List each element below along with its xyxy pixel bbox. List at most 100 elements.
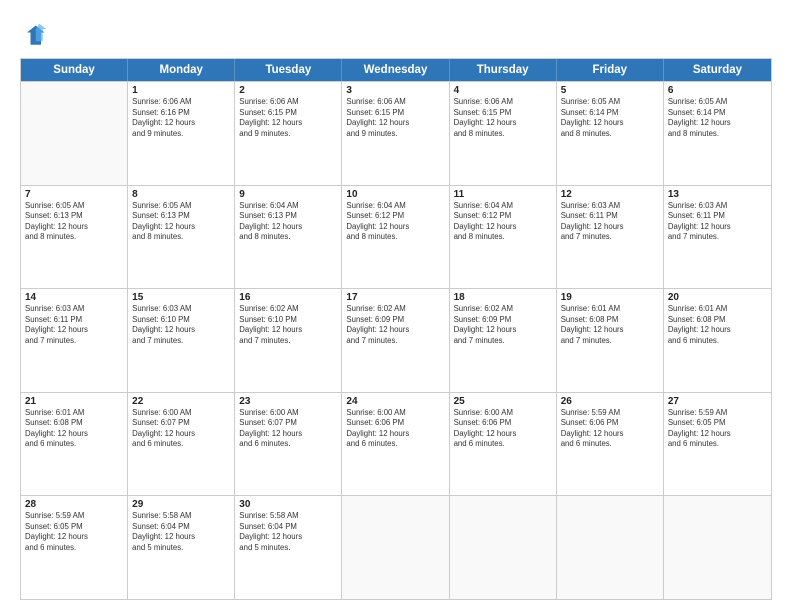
day-number: 9: [239, 189, 337, 200]
day-info: Sunrise: 5:59 AM Sunset: 6:05 PM Dayligh…: [25, 511, 123, 553]
day-number: 22: [132, 396, 230, 407]
page: SundayMondayTuesdayWednesdayThursdayFrid…: [0, 0, 792, 612]
cal-cell: 11Sunrise: 6:04 AM Sunset: 6:12 PM Dayli…: [450, 186, 557, 289]
day-number: 6: [668, 85, 767, 96]
cal-cell: 25Sunrise: 6:00 AM Sunset: 6:06 PM Dayli…: [450, 393, 557, 496]
day-number: 14: [25, 292, 123, 303]
day-number: 17: [346, 292, 444, 303]
day-info: Sunrise: 6:06 AM Sunset: 6:16 PM Dayligh…: [132, 97, 230, 139]
cal-header-day: Friday: [557, 59, 664, 81]
cal-cell: [450, 496, 557, 599]
cal-cell: 4Sunrise: 6:06 AM Sunset: 6:15 PM Daylig…: [450, 82, 557, 185]
day-info: Sunrise: 6:00 AM Sunset: 6:07 PM Dayligh…: [239, 408, 337, 450]
cal-cell: 6Sunrise: 6:05 AM Sunset: 6:14 PM Daylig…: [664, 82, 771, 185]
cal-cell: 29Sunrise: 5:58 AM Sunset: 6:04 PM Dayli…: [128, 496, 235, 599]
cal-cell: [21, 82, 128, 185]
cal-cell: 17Sunrise: 6:02 AM Sunset: 6:09 PM Dayli…: [342, 289, 449, 392]
cal-header-day: Sunday: [21, 59, 128, 81]
day-info: Sunrise: 6:03 AM Sunset: 6:11 PM Dayligh…: [25, 304, 123, 346]
cal-cell: 2Sunrise: 6:06 AM Sunset: 6:15 PM Daylig…: [235, 82, 342, 185]
calendar-body: 1Sunrise: 6:06 AM Sunset: 6:16 PM Daylig…: [21, 81, 771, 599]
day-info: Sunrise: 5:58 AM Sunset: 6:04 PM Dayligh…: [239, 511, 337, 553]
cal-cell: 7Sunrise: 6:05 AM Sunset: 6:13 PM Daylig…: [21, 186, 128, 289]
cal-cell: 26Sunrise: 5:59 AM Sunset: 6:06 PM Dayli…: [557, 393, 664, 496]
day-info: Sunrise: 6:00 AM Sunset: 6:07 PM Dayligh…: [132, 408, 230, 450]
day-number: 20: [668, 292, 767, 303]
day-info: Sunrise: 6:01 AM Sunset: 6:08 PM Dayligh…: [561, 304, 659, 346]
cal-cell: 9Sunrise: 6:04 AM Sunset: 6:13 PM Daylig…: [235, 186, 342, 289]
cal-header-day: Monday: [128, 59, 235, 81]
day-info: Sunrise: 6:06 AM Sunset: 6:15 PM Dayligh…: [346, 97, 444, 139]
day-info: Sunrise: 6:06 AM Sunset: 6:15 PM Dayligh…: [454, 97, 552, 139]
calendar-header: SundayMondayTuesdayWednesdayThursdayFrid…: [21, 59, 771, 81]
cal-cell: 1Sunrise: 6:06 AM Sunset: 6:16 PM Daylig…: [128, 82, 235, 185]
cal-cell: 27Sunrise: 5:59 AM Sunset: 6:05 PM Dayli…: [664, 393, 771, 496]
day-info: Sunrise: 6:03 AM Sunset: 6:11 PM Dayligh…: [561, 201, 659, 243]
day-number: 25: [454, 396, 552, 407]
day-info: Sunrise: 6:02 AM Sunset: 6:09 PM Dayligh…: [346, 304, 444, 346]
cal-cell: 18Sunrise: 6:02 AM Sunset: 6:09 PM Dayli…: [450, 289, 557, 392]
day-number: 16: [239, 292, 337, 303]
day-info: Sunrise: 6:01 AM Sunset: 6:08 PM Dayligh…: [668, 304, 767, 346]
day-number: 1: [132, 85, 230, 96]
day-number: 10: [346, 189, 444, 200]
day-number: 26: [561, 396, 659, 407]
cal-header-day: Saturday: [664, 59, 771, 81]
cal-cell: 19Sunrise: 6:01 AM Sunset: 6:08 PM Dayli…: [557, 289, 664, 392]
day-number: 24: [346, 396, 444, 407]
cal-cell: 28Sunrise: 5:59 AM Sunset: 6:05 PM Dayli…: [21, 496, 128, 599]
day-number: 5: [561, 85, 659, 96]
header: [20, 18, 772, 50]
cal-header-day: Tuesday: [235, 59, 342, 81]
day-number: 15: [132, 292, 230, 303]
day-number: 12: [561, 189, 659, 200]
cal-row: 21Sunrise: 6:01 AM Sunset: 6:08 PM Dayli…: [21, 392, 771, 496]
day-number: 29: [132, 499, 230, 510]
day-number: 19: [561, 292, 659, 303]
day-number: 7: [25, 189, 123, 200]
cal-header-day: Wednesday: [342, 59, 449, 81]
cal-cell: 15Sunrise: 6:03 AM Sunset: 6:10 PM Dayli…: [128, 289, 235, 392]
day-info: Sunrise: 6:00 AM Sunset: 6:06 PM Dayligh…: [454, 408, 552, 450]
day-number: 3: [346, 85, 444, 96]
cal-cell: 8Sunrise: 6:05 AM Sunset: 6:13 PM Daylig…: [128, 186, 235, 289]
cal-cell: [664, 496, 771, 599]
day-number: 28: [25, 499, 123, 510]
cal-cell: [342, 496, 449, 599]
day-number: 27: [668, 396, 767, 407]
day-info: Sunrise: 6:05 AM Sunset: 6:13 PM Dayligh…: [132, 201, 230, 243]
day-info: Sunrise: 6:03 AM Sunset: 6:11 PM Dayligh…: [668, 201, 767, 243]
cal-cell: 5Sunrise: 6:05 AM Sunset: 6:14 PM Daylig…: [557, 82, 664, 185]
day-info: Sunrise: 6:04 AM Sunset: 6:12 PM Dayligh…: [454, 201, 552, 243]
cal-cell: 3Sunrise: 6:06 AM Sunset: 6:15 PM Daylig…: [342, 82, 449, 185]
cal-row: 28Sunrise: 5:59 AM Sunset: 6:05 PM Dayli…: [21, 495, 771, 599]
logo-icon: [20, 22, 48, 50]
cal-row: 1Sunrise: 6:06 AM Sunset: 6:16 PM Daylig…: [21, 81, 771, 185]
day-info: Sunrise: 6:03 AM Sunset: 6:10 PM Dayligh…: [132, 304, 230, 346]
day-number: 8: [132, 189, 230, 200]
cal-header-day: Thursday: [450, 59, 557, 81]
cal-cell: 13Sunrise: 6:03 AM Sunset: 6:11 PM Dayli…: [664, 186, 771, 289]
cal-cell: [557, 496, 664, 599]
day-info: Sunrise: 6:05 AM Sunset: 6:14 PM Dayligh…: [561, 97, 659, 139]
cal-cell: 10Sunrise: 6:04 AM Sunset: 6:12 PM Dayli…: [342, 186, 449, 289]
day-info: Sunrise: 6:06 AM Sunset: 6:15 PM Dayligh…: [239, 97, 337, 139]
day-info: Sunrise: 6:05 AM Sunset: 6:13 PM Dayligh…: [25, 201, 123, 243]
day-number: 30: [239, 499, 337, 510]
logo: [20, 22, 52, 50]
day-info: Sunrise: 6:02 AM Sunset: 6:09 PM Dayligh…: [454, 304, 552, 346]
day-number: 11: [454, 189, 552, 200]
cal-cell: 22Sunrise: 6:00 AM Sunset: 6:07 PM Dayli…: [128, 393, 235, 496]
cal-row: 14Sunrise: 6:03 AM Sunset: 6:11 PM Dayli…: [21, 288, 771, 392]
day-number: 21: [25, 396, 123, 407]
day-info: Sunrise: 6:04 AM Sunset: 6:12 PM Dayligh…: [346, 201, 444, 243]
day-info: Sunrise: 6:02 AM Sunset: 6:10 PM Dayligh…: [239, 304, 337, 346]
day-info: Sunrise: 6:05 AM Sunset: 6:14 PM Dayligh…: [668, 97, 767, 139]
day-number: 4: [454, 85, 552, 96]
day-info: Sunrise: 5:58 AM Sunset: 6:04 PM Dayligh…: [132, 511, 230, 553]
cal-cell: 23Sunrise: 6:00 AM Sunset: 6:07 PM Dayli…: [235, 393, 342, 496]
day-info: Sunrise: 6:00 AM Sunset: 6:06 PM Dayligh…: [346, 408, 444, 450]
cal-cell: 30Sunrise: 5:58 AM Sunset: 6:04 PM Dayli…: [235, 496, 342, 599]
day-number: 18: [454, 292, 552, 303]
day-info: Sunrise: 6:04 AM Sunset: 6:13 PM Dayligh…: [239, 201, 337, 243]
